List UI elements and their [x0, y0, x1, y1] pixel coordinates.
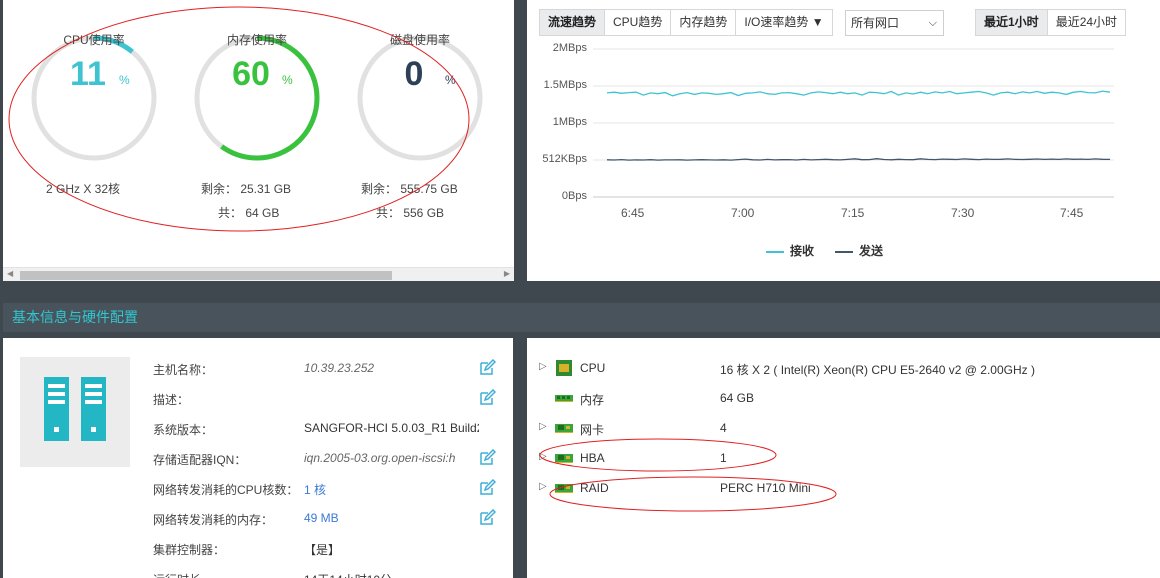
disk-total-text: 共： 556 GB [376, 206, 445, 220]
receive-series-line [606, 90, 1111, 97]
hardware-value: 1 [720, 451, 727, 465]
hardware-row-raid[interactable]: ▷ RAID PERC H710 Mini [539, 480, 1139, 500]
hba-card-icon [555, 454, 573, 463]
info-value[interactable]: 1 核 [304, 481, 479, 498]
usage-gauges-panel: CPU使用率 11 % 2 GHz X 32核 内存使用率 60 % 剩余： 2… [3, 0, 514, 281]
memory-gauge-title: 内存使用率 [226, 33, 287, 47]
traffic-chart-svg [593, 48, 1114, 198]
info-label: 系统版本： [153, 423, 214, 437]
info-row: 系统版本： SANGFOR-HCI 5.0.03_R1 Build20 [153, 421, 498, 441]
info-label: 集群控制器： [153, 543, 226, 557]
info-row: 运行时长 14天14小时10分 [153, 571, 498, 578]
server-icon [20, 357, 130, 467]
disk-gauge-value: 0 [404, 55, 424, 93]
expand-arrow-icon[interactable]: ▷ [539, 421, 547, 432]
legend-receive-label: 接收 [790, 244, 815, 258]
disk-free-text: 剩余： 555.75 GB [361, 182, 458, 196]
info-value: iqn.2005-03.org.open-iscsi:h [304, 451, 456, 465]
info-value: 10.39.23.252 [304, 361, 375, 375]
edit-icon[interactable] [478, 359, 496, 377]
hardware-row-cpu[interactable]: ▷ CPU 16 核 X 2 ( Intel(R) Xeon(R) CPU E5-2… [539, 360, 1139, 380]
hardware-name: HBA [580, 451, 605, 465]
expand-arrow-icon[interactable]: ▷ [539, 451, 547, 462]
info-row: 网络转发消耗的内存： 49 MB [153, 509, 498, 531]
traffic-trend-panel: 流速趋势 CPU趋势 内存趋势 I/O速率趋势 ▼ 所有网口 ⌵ 最近1小时 最… [527, 0, 1160, 281]
info-label: 存储适配器IQN： [153, 453, 247, 467]
info-row: 主机名称： 10.39.23.252 [153, 359, 498, 381]
info-label: 运行时长 [153, 571, 201, 578]
horizontal-scrollbar[interactable]: ◀ ▶ [3, 267, 514, 281]
scroll-left-icon[interactable]: ◀ [7, 269, 13, 278]
info-value: SANGFOR-HCI 5.0.03_R1 Build20 [304, 421, 479, 435]
section-header: 基本信息与硬件配置 [3, 303, 1160, 332]
cpu-gauge-value: 11 [70, 55, 106, 93]
memory-gauge-value: 60 [232, 55, 270, 93]
edit-icon[interactable] [478, 449, 496, 467]
legend-receive-swatch [766, 250, 784, 253]
hardware-value: 4 [720, 421, 727, 435]
info-label: 网络转发消耗的内存： [153, 513, 274, 527]
hardware-name: CPU [580, 361, 606, 375]
legend-receive: 接收 [766, 242, 814, 259]
hardware-value: 64 GB [720, 391, 755, 405]
expand-arrow-icon[interactable]: ▷ [539, 361, 547, 372]
memory-gauge-unit: % [282, 73, 293, 87]
info-value: 14天14小时10分 [304, 571, 479, 578]
info-value: 【是】 [304, 543, 341, 557]
cpu-chip-icon [556, 360, 572, 376]
info-value[interactable]: 49 MB [304, 511, 479, 525]
network-card-icon [555, 424, 573, 433]
hardware-row-hba[interactable]: ▷ HBA 1 [539, 450, 1139, 470]
host-info-panel: 主机名称： 10.39.23.252 描述： 系统版本： SANGFOR-HCI 5.0… [3, 338, 513, 578]
hardware-name: 网卡 [580, 423, 605, 437]
info-row: 集群控制器： 【是】 [153, 541, 498, 561]
scrollbar-thumb[interactable] [20, 271, 392, 280]
info-label: 主机名称： [153, 363, 214, 377]
memory-module-icon [555, 395, 573, 402]
cpu-gauge-unit: % [119, 73, 130, 87]
edit-icon[interactable] [478, 479, 496, 497]
info-row: 描述： [153, 389, 498, 411]
edit-icon[interactable] [478, 509, 496, 527]
legend-send-swatch [835, 250, 853, 253]
hardware-value: PERC H710 Mini [720, 481, 811, 495]
info-label: 网络转发消耗的CPU核数： [153, 483, 299, 497]
cpu-spec-text: 2 GHz X 32核 [46, 182, 121, 196]
memory-total-text: 共： 64 GB [218, 206, 280, 220]
info-row: 存储适配器IQN： iqn.2005-03.org.open-iscsi:h [153, 449, 498, 471]
cpu-gauge-title: CPU使用率 [63, 33, 125, 47]
scroll-right-icon[interactable]: ▶ [504, 269, 510, 278]
hardware-row-内存: 内存 64 GB [539, 390, 1139, 410]
expand-arrow-icon[interactable]: ▷ [539, 481, 547, 492]
hardware-row-网卡[interactable]: ▷ 网卡 4 [539, 420, 1139, 440]
edit-icon[interactable] [478, 389, 496, 407]
hardware-name: 内存 [580, 393, 605, 407]
hardware-config-panel: ▷ CPU 16 核 X 2 ( Intel(R) Xeon(R) CPU E5-2… [527, 338, 1160, 578]
disk-gauge-title: 磁盘使用率 [389, 33, 450, 47]
hardware-name: RAID [580, 481, 609, 495]
disk-gauge-unit: % [445, 73, 456, 87]
hardware-value: 16 核 X 2 ( Intel(R) Xeon(R) CPU E5-2640 … [720, 363, 1035, 377]
legend-send-label: 发送 [859, 244, 884, 258]
memory-free-text: 剩余： 25.31 GB [201, 182, 292, 196]
raid-card-icon [555, 484, 573, 493]
info-row: 网络转发消耗的CPU核数： 1 核 [153, 479, 498, 501]
legend-send: 发送 [835, 242, 883, 259]
info-label: 描述： [153, 393, 190, 407]
